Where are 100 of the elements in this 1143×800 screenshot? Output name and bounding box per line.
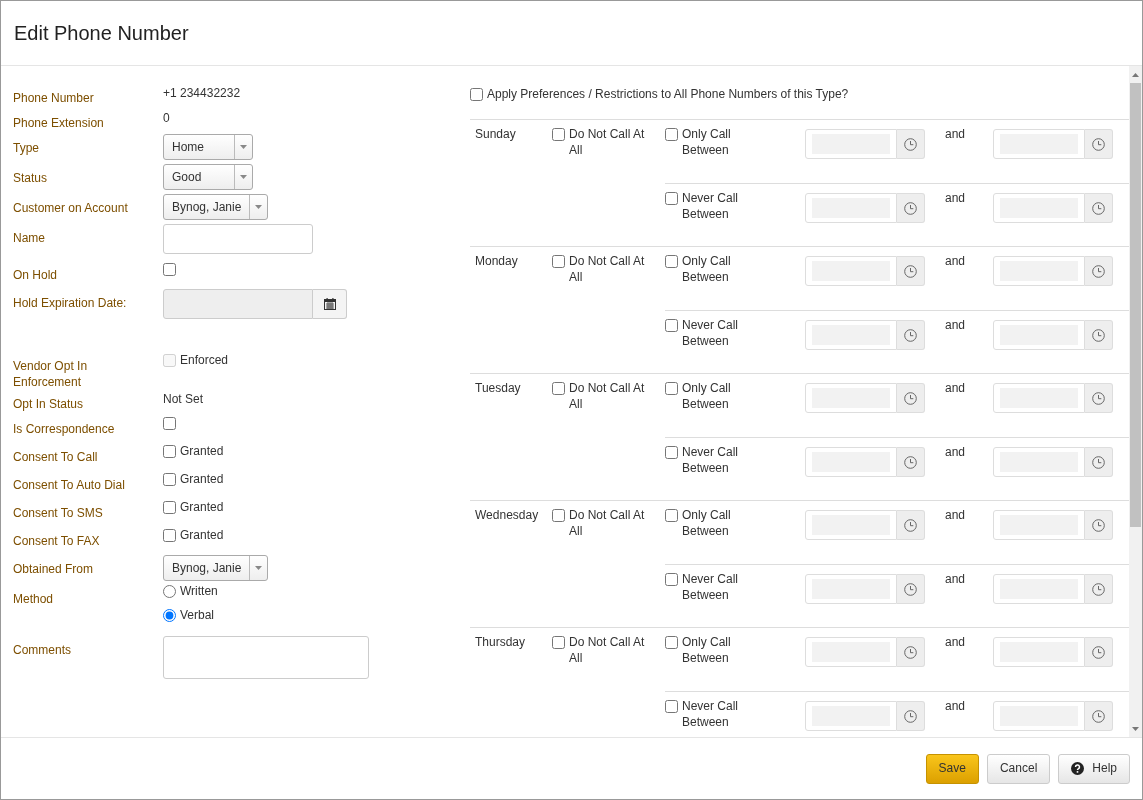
scrollbar[interactable] — [1129, 66, 1142, 737]
calendar-button[interactable] — [313, 289, 347, 319]
checkbox[interactable] — [552, 382, 565, 395]
time-field[interactable] — [805, 320, 897, 350]
help-icon — [1071, 762, 1085, 775]
cancel-button[interactable]: Cancel — [986, 753, 1051, 784]
clock-button[interactable] — [1085, 510, 1113, 540]
checkbox-label: Granted — [180, 443, 224, 460]
clock-icon — [904, 709, 917, 723]
radio-button[interactable] — [163, 584, 176, 598]
clock-icon — [1092, 328, 1105, 342]
joiner-text: and — [945, 635, 966, 649]
time-field[interactable] — [805, 574, 897, 604]
text-field[interactable] — [163, 224, 313, 254]
radio-button[interactable] — [163, 608, 176, 622]
checkbox[interactable] — [665, 700, 678, 713]
clock-icon — [1092, 137, 1105, 151]
scroll-down-icon[interactable] — [1132, 726, 1139, 731]
clock-icon — [904, 137, 917, 151]
dropdown[interactable]: Bynog, Janie — [163, 555, 269, 582]
field-label: Consent To FAX — [13, 533, 101, 551]
dropdown[interactable]: Bynog, Janie — [163, 194, 269, 220]
clock-button[interactable] — [897, 701, 925, 731]
clock-button[interactable] — [1085, 256, 1113, 286]
checkbox-label: Never Call Between — [682, 444, 739, 477]
clock-icon — [904, 264, 917, 278]
comments-field[interactable] — [163, 636, 369, 680]
clock-icon — [1092, 709, 1105, 723]
time-field[interactable] — [993, 701, 1085, 731]
clock-button[interactable] — [897, 637, 925, 667]
time-field[interactable] — [805, 383, 897, 413]
checkbox[interactable] — [163, 473, 176, 487]
time-field[interactable] — [805, 701, 897, 731]
clock-button[interactable] — [897, 129, 925, 159]
time-field[interactable] — [805, 129, 897, 159]
clock-button[interactable] — [897, 447, 925, 477]
checkbox[interactable] — [163, 263, 176, 276]
clock-button[interactable] — [1085, 383, 1113, 413]
checkbox[interactable] — [163, 501, 176, 515]
checkbox-label: Do Not Call At All — [569, 380, 646, 413]
clock-icon — [1092, 201, 1105, 215]
clock-button[interactable] — [1085, 701, 1113, 731]
clock-button[interactable] — [1085, 320, 1113, 350]
clock-button[interactable] — [1085, 637, 1113, 667]
checkbox[interactable] — [163, 417, 176, 431]
checkbox[interactable] — [665, 128, 678, 141]
scroll-up-icon[interactable] — [1132, 72, 1139, 77]
clock-button[interactable] — [1085, 129, 1113, 159]
clock-icon — [1092, 264, 1105, 278]
clock-button[interactable] — [897, 510, 925, 540]
clock-button[interactable] — [1085, 447, 1113, 477]
time-field[interactable] — [805, 447, 897, 477]
clock-button[interactable] — [897, 256, 925, 286]
time-field[interactable] — [993, 637, 1085, 667]
checkbox[interactable] — [665, 509, 678, 522]
checkbox-label: Never Call Between — [682, 190, 739, 223]
time-field[interactable] — [993, 574, 1085, 604]
checkbox[interactable] — [665, 382, 678, 395]
checkbox[interactable] — [163, 529, 176, 543]
clock-button[interactable] — [1085, 574, 1113, 604]
time-field[interactable] — [993, 129, 1085, 159]
checkbox[interactable] — [552, 255, 565, 268]
clock-button[interactable] — [897, 383, 925, 413]
field-label: Name — [13, 230, 46, 247]
time-field[interactable] — [993, 193, 1085, 223]
time-field[interactable] — [993, 510, 1085, 540]
dropdown[interactable]: Home — [163, 134, 253, 160]
clock-button[interactable] — [897, 193, 925, 223]
checkbox[interactable] — [552, 509, 565, 522]
checkbox-label: Never Call Between — [682, 317, 739, 350]
checkbox[interactable] — [665, 255, 678, 268]
clock-icon — [1092, 645, 1105, 659]
checkbox[interactable] — [665, 573, 678, 586]
save-button[interactable]: Save — [925, 753, 979, 784]
clock-button[interactable] — [897, 320, 925, 350]
day-label: Sunday — [474, 126, 517, 143]
field-label: Obtained From — [13, 561, 95, 579]
time-field[interactable] — [805, 637, 897, 667]
time-field[interactable] — [805, 193, 897, 223]
time-field[interactable] — [993, 320, 1085, 350]
time-field[interactable] — [993, 383, 1085, 413]
dropdown[interactable]: Good — [163, 164, 253, 190]
time-field[interactable] — [993, 447, 1085, 477]
field-label: Method — [13, 591, 55, 609]
clock-button[interactable] — [1085, 193, 1113, 223]
checkbox[interactable] — [470, 87, 483, 101]
time-field[interactable] — [805, 510, 897, 540]
checkbox[interactable] — [163, 445, 176, 459]
checkbox-label: Do Not Call At All — [569, 507, 646, 540]
help-button[interactable]: Help — [1058, 753, 1130, 784]
checkbox[interactable] — [665, 636, 678, 649]
time-field[interactable] — [805, 256, 897, 286]
checkbox[interactable] — [665, 319, 678, 332]
checkbox[interactable] — [665, 192, 678, 205]
checkbox[interactable] — [552, 636, 565, 649]
checkbox[interactable] — [665, 446, 678, 459]
checkbox[interactable] — [552, 128, 565, 141]
time-field[interactable] — [993, 256, 1085, 286]
clock-button[interactable] — [897, 574, 925, 604]
field-value: 0 — [163, 110, 171, 127]
